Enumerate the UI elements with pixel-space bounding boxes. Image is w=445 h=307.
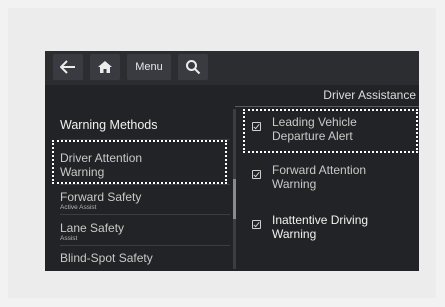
menu-button[interactable]: Menu bbox=[127, 54, 171, 80]
home-icon bbox=[98, 61, 112, 73]
option-label-line: Forward Attention bbox=[272, 163, 367, 177]
option-label-line: Warning bbox=[272, 177, 317, 191]
option-label-line: Inattentive Driving bbox=[272, 213, 369, 227]
left-menu-heading: Warning Methods bbox=[60, 118, 158, 132]
menu-item-label: Forward Safety bbox=[60, 190, 142, 204]
menu-item-sublabel: Assist bbox=[60, 235, 78, 242]
option-label: Forward Attention Warning bbox=[272, 163, 366, 191]
left-menu: Warning Methods Driver Attention Warning… bbox=[45, 103, 235, 271]
toolbar: Menu bbox=[45, 51, 419, 85]
menu-item-lane-safety[interactable]: Lane Safety Assist bbox=[60, 221, 124, 243]
menu-divider bbox=[60, 214, 230, 215]
option-label: Inattentive Driving Warning bbox=[272, 213, 368, 241]
menu-divider bbox=[60, 245, 230, 246]
focus-highlight-left bbox=[52, 140, 227, 184]
search-button[interactable] bbox=[178, 54, 208, 80]
menu-item-sublabel: Active Assist bbox=[60, 204, 97, 211]
scrollbar-thumb[interactable] bbox=[233, 179, 236, 219]
menu-label: Menu bbox=[135, 61, 163, 73]
page-frame: Menu Driver Assistance Warning Methods D… bbox=[8, 8, 436, 298]
home-button[interactable] bbox=[90, 54, 120, 80]
checkbox-icon[interactable] bbox=[252, 170, 261, 179]
menu-item-blind-spot-safety[interactable]: Blind-Spot Safety bbox=[60, 251, 153, 265]
option-forward-attention-warning[interactable]: Forward Attention Warning bbox=[246, 159, 416, 199]
menu-item-label: Lane Safety bbox=[60, 221, 125, 235]
scrollbar[interactable] bbox=[233, 109, 236, 269]
title-divider bbox=[235, 106, 419, 107]
menu-item-label: Blind-Spot Safety bbox=[60, 251, 153, 265]
checkbox-icon[interactable] bbox=[252, 220, 261, 229]
arrow-left-icon bbox=[60, 60, 75, 74]
menu-divider bbox=[60, 184, 230, 185]
infotainment-screen: Menu Driver Assistance Warning Methods D… bbox=[45, 51, 419, 271]
option-inattentive-driving-warning[interactable]: Inattentive Driving Warning bbox=[246, 209, 416, 249]
focus-highlight-right bbox=[243, 109, 418, 153]
option-label-line: Warning bbox=[272, 227, 317, 241]
menu-item-forward-safety[interactable]: Forward Safety Active Assist bbox=[60, 190, 141, 212]
back-button[interactable] bbox=[53, 54, 83, 80]
search-icon bbox=[186, 60, 201, 75]
page-title: Driver Assistance bbox=[323, 88, 416, 102]
